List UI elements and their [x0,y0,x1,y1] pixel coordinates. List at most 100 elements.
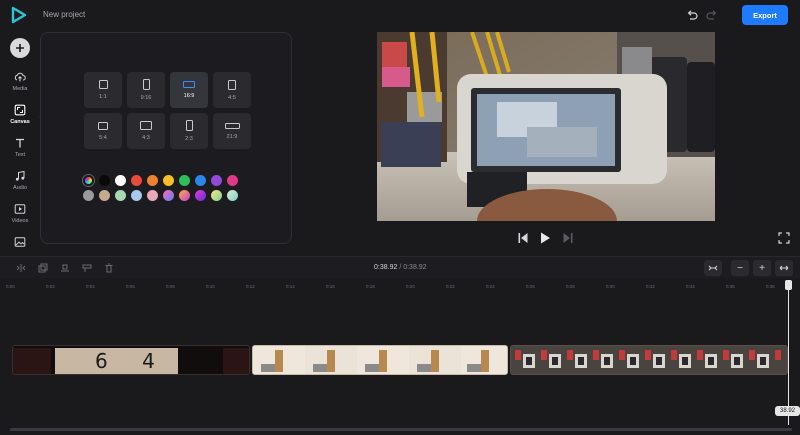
duplicate-tool[interactable] [34,261,52,275]
ruler-tick: 0:24 [486,284,495,289]
aspect-ratio-grid: 1:1 9:16 16:9 4:5 5:4 4:3 2:3 21:9 [84,72,251,149]
gradient-swatch-teal[interactable] [227,190,238,201]
color-swatch-beige[interactable] [99,190,110,201]
text-icon [16,138,24,148]
video-clip-1[interactable]: 6 4 [12,345,250,375]
clip-3-thumbnails [511,346,787,374]
color-swatch-white[interactable] [115,175,126,186]
ratio-option-21-9[interactable]: 21:9 [213,113,251,149]
ratio-option-16-9[interactable]: 16:9 [170,72,208,108]
clip-1-text: 6 4 [95,349,169,373]
top-bar: New project Export [0,0,800,30]
color-swatch-blue[interactable] [195,175,206,186]
color-swatch-pink[interactable] [227,175,238,186]
ratio-option-4-5[interactable]: 4:5 [213,72,251,108]
project-title[interactable]: New project [43,10,85,19]
canvas-settings-panel: 1:1 9:16 16:9 4:5 5:4 4:3 2:3 21:9 [40,32,292,244]
video-icon [14,204,26,214]
timeline-horizontal-scrollbar[interactable] [10,428,792,431]
canvas-icon [14,104,26,116]
export-button[interactable]: Export [742,5,788,25]
image-icon [14,237,26,247]
timeline-tracks: 6 4 [0,294,800,424]
ruler-tick: 0:18 [366,284,375,289]
color-swatch-green[interactable] [179,175,190,186]
ratio-option-4-3[interactable]: 4:3 [127,113,165,149]
gradient-swatch-purple[interactable] [195,190,206,201]
current-time: 0:38.92 [374,264,398,271]
expand-icon [779,265,789,271]
ruler-tick: 0:14 [286,284,295,289]
gradient-swatch-pink-blue[interactable] [163,190,174,201]
sidebar-item-videos[interactable]: Videos [0,199,40,231]
trim-tool[interactable] [56,261,74,275]
gradient-swatch-orange-purple[interactable] [179,190,190,201]
undo-icon[interactable] [686,9,698,21]
video-clip-3[interactable] [510,345,788,375]
play-icon[interactable] [539,231,551,245]
playhead-line[interactable] [788,280,789,425]
trim-icon [61,264,69,272]
ruler-tick: 0:16 [326,284,335,289]
redo-icon[interactable] [706,9,718,21]
ratio-option-9-16[interactable]: 9:16 [127,72,165,108]
playhead-time-label: 38.92 [775,406,800,416]
expand-zoom-button[interactable] [775,260,793,276]
color-swatch-red[interactable] [131,175,142,186]
split-tool[interactable] [12,261,30,275]
color-swatch-mint[interactable] [115,190,126,201]
ratio-option-5-4[interactable]: 5:4 [84,113,122,149]
cloud-upload-icon [14,72,26,82]
delete-tool[interactable] [100,261,118,275]
sidebar-item-label: Text [14,152,26,158]
color-swatch-purple[interactable] [211,175,222,186]
color-swatch-light-pink[interactable] [147,190,158,201]
gradient-swatch-green[interactable] [211,190,222,201]
ruler-tick: 0:26 [526,284,535,289]
video-clip-2[interactable] [252,345,508,375]
video-preview[interactable] [377,32,715,221]
app-logo-icon[interactable] [10,6,28,24]
sidebar-item-media[interactable]: Media [0,67,40,99]
ratio-option-1-1[interactable]: 1:1 [84,72,122,108]
add-button[interactable] [10,38,30,58]
time-separator: / [399,264,402,271]
sidebar-item-canvas[interactable]: Canvas [0,100,40,132]
crop-tool[interactable] [78,261,96,275]
color-swatch-yellow[interactable] [163,175,174,186]
ruler-tick: 0:32 [646,284,655,289]
color-swatch-light-blue[interactable] [131,190,142,201]
fullscreen-icon[interactable] [778,232,790,244]
skip-forward-icon[interactable] [562,231,574,245]
background-color-swatches [83,175,239,201]
ruler-tick: 0:38 [766,284,775,289]
timeline-ruler[interactable]: 0:00 0:02 0:04 0:06 0:08 0:10 0:12 0:14 … [0,280,800,294]
color-swatch-black[interactable] [99,175,110,186]
sidebar-item-label: Media [12,86,28,92]
zoom-out-button[interactable]: − [731,260,749,276]
sidebar-item-text[interactable]: Text [0,133,40,165]
color-swatch-orange[interactable] [147,175,158,186]
split-icon [16,264,26,272]
music-note-icon [15,170,25,181]
fit-zoom-button[interactable] [704,260,722,276]
sidebar-item-label: Audio [12,185,28,191]
ruler-tick: 0:02 [46,284,55,289]
ruler-tick: 0:12 [246,284,255,289]
color-swatch-gray[interactable] [83,190,94,201]
sidebar: Media Canvas Text Audio Videos [0,30,40,250]
timeline-toolbar: 0:38.92 / 0:38.92 − + [0,256,800,278]
ruler-tick: 0:04 [86,284,95,289]
sidebar-item-audio[interactable]: Audio [0,166,40,198]
ratio-option-2-3[interactable]: 2:3 [170,113,208,149]
color-picker-swatch[interactable] [83,175,94,186]
total-time: 0:38.92 [403,264,427,271]
plus-icon [16,44,24,52]
fit-icon [708,265,718,271]
ruler-tick: 0:34 [686,284,695,289]
ruler-tick: 0:20 [406,284,415,289]
skip-back-icon[interactable] [517,231,529,245]
trash-icon [105,263,113,273]
ruler-tick: 0:28 [566,284,575,289]
zoom-in-button[interactable]: + [753,260,771,276]
